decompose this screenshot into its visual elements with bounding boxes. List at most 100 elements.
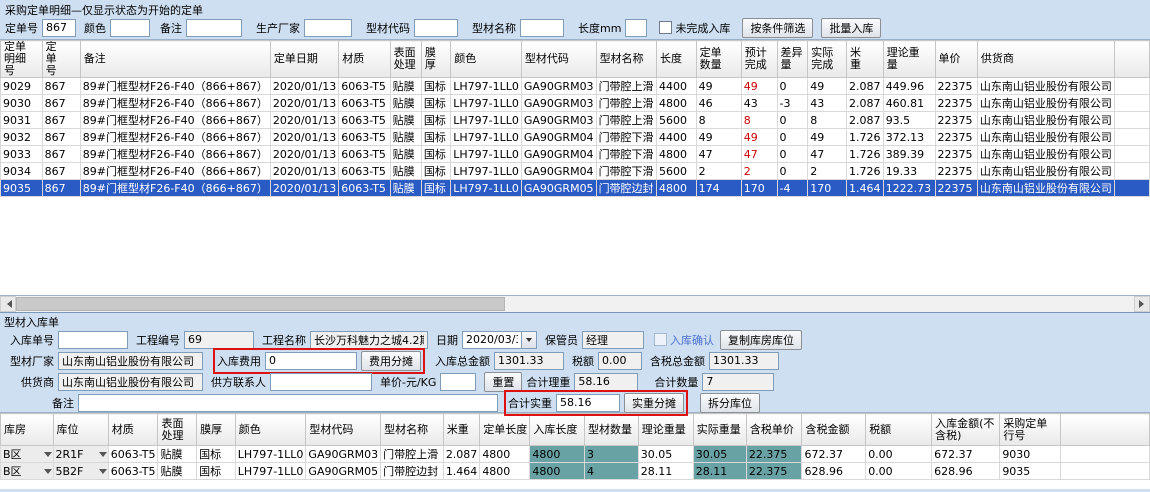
factory-input[interactable] <box>58 352 203 370</box>
column-header[interactable]: 单价 <box>935 41 977 78</box>
column-header[interactable] <box>1114 41 1149 78</box>
cell[interactable]: 4 <box>584 463 638 480</box>
column-header[interactable]: 型材名称 <box>381 414 444 446</box>
batch-inbound-button[interactable]: 批量入库 <box>821 18 881 38</box>
chevron-down-icon[interactable] <box>99 469 107 478</box>
total-with-tax-input[interactable] <box>709 352 779 370</box>
cell[interactable]: 2R1F <box>53 446 108 463</box>
scroll-right-button[interactable] <box>1134 296 1150 312</box>
copy-warehouse-location-button[interactable]: 复制库房库位 <box>720 330 802 350</box>
order-row[interactable]: 902986789#门框型材F26-F40（866+867）2020/01/13… <box>1 78 1150 95</box>
tax-input[interactable] <box>598 352 642 370</box>
inbound-row[interactable]: B区2R1F6063-T5贴膜国标LH797-1LL0GA90GRM03门带腔上… <box>1 446 1150 463</box>
chevron-down-icon[interactable] <box>44 452 52 461</box>
column-header[interactable]: 膜厚 <box>421 41 450 78</box>
column-header[interactable]: 颜色 <box>235 414 306 446</box>
column-header[interactable]: 材质 <box>339 41 390 78</box>
color-input[interactable] <box>110 19 150 37</box>
scrollbar-thumb[interactable] <box>16 297 505 311</box>
order-row[interactable]: 903086789#门框型材F26-F40（866+867）2020/01/13… <box>1 95 1150 112</box>
order-row[interactable]: 903486789#门框型材F26-F40（866+867）2020/01/13… <box>1 163 1150 180</box>
cell[interactable]: B区 <box>1 463 54 480</box>
unit-price-input[interactable] <box>440 373 476 391</box>
column-header[interactable]: 采购定单行号 <box>1000 414 1061 446</box>
total-qty-input[interactable] <box>702 373 774 391</box>
column-header[interactable]: 定单日期 <box>270 41 338 78</box>
cell[interactable]: 3 <box>584 446 638 463</box>
column-header[interactable]: 税额 <box>866 414 932 446</box>
column-header[interactable]: 供货商 <box>977 41 1114 78</box>
reset-button[interactable]: 重置 <box>484 372 522 392</box>
cell[interactable]: 4800 <box>530 463 585 480</box>
column-header[interactable]: 实际重量 <box>693 414 746 446</box>
column-header[interactable]: 库位 <box>53 414 108 446</box>
note-input[interactable] <box>78 394 498 412</box>
profile-code-input[interactable] <box>414 19 458 37</box>
supplier-input[interactable] <box>58 373 203 391</box>
cell[interactable]: 4800 <box>530 446 585 463</box>
remark-input[interactable] <box>186 19 242 37</box>
column-header[interactable]: 材质 <box>108 414 158 446</box>
column-header[interactable]: 米重 <box>443 414 480 446</box>
column-header[interactable]: 长度 <box>656 41 696 78</box>
column-header[interactable] <box>1061 414 1150 446</box>
column-header[interactable]: 实际完成 <box>808 41 847 78</box>
column-header[interactable]: 型材代码 <box>306 414 381 446</box>
order-row[interactable]: 903586789#门框型材F26-F40（866+867）2020/01/13… <box>1 180 1150 197</box>
column-header[interactable]: 表面处理 <box>390 41 421 78</box>
cell[interactable]: 22.375 <box>746 446 802 463</box>
length-input[interactable] <box>625 19 647 37</box>
filter-by-condition-button[interactable]: 按条件筛选 <box>742 18 813 38</box>
inbound-confirm-checkbox[interactable] <box>654 333 667 346</box>
column-header[interactable]: 入库金额(不含税) <box>932 414 1000 446</box>
order-row[interactable]: 903286789#门框型材F26-F40（866+867）2020/01/13… <box>1 129 1150 146</box>
order-no-input[interactable] <box>42 19 76 37</box>
date-dropdown-button[interactable] <box>522 331 537 349</box>
combo-cell[interactable]: B区 <box>3 446 52 462</box>
column-header[interactable]: 型材代码 <box>521 41 596 78</box>
column-header[interactable]: 颜色 <box>451 41 522 78</box>
project-name-input[interactable] <box>310 331 428 349</box>
profile-name-input[interactable] <box>520 19 564 37</box>
combo-cell[interactable]: 2R1F <box>56 448 107 461</box>
actual-weight-allocate-button[interactable]: 实重分摊 <box>624 393 684 413</box>
scroll-left-button[interactable] <box>0 296 16 312</box>
horizontal-scrollbar[interactable] <box>0 296 1150 312</box>
column-header[interactable]: 入库长度 <box>530 414 585 446</box>
column-header[interactable]: 型材数量 <box>584 414 638 446</box>
cell[interactable]: B区 <box>1 446 54 463</box>
total-actual-weight-input[interactable] <box>556 394 620 412</box>
cell[interactable]: 28.11 <box>693 463 746 480</box>
fee-allocate-button[interactable]: 费用分摊 <box>361 351 421 371</box>
chevron-down-icon[interactable] <box>99 452 107 461</box>
keeper-input[interactable] <box>582 331 644 349</box>
date-input[interactable] <box>462 331 522 349</box>
project-no-input[interactable] <box>184 331 254 349</box>
cell[interactable]: 22.375 <box>746 463 802 480</box>
column-header[interactable]: 理论重量 <box>883 41 935 78</box>
cell[interactable]: 5B2F <box>53 463 108 480</box>
total-amount-input[interactable] <box>494 352 564 370</box>
column-header[interactable]: 定单长度 <box>480 414 530 446</box>
column-header[interactable]: 库房 <box>1 414 54 446</box>
manufacturer-input[interactable] <box>304 19 352 37</box>
column-header[interactable]: 预计完成 <box>741 41 777 78</box>
chevron-down-icon[interactable] <box>44 469 52 478</box>
column-header[interactable]: 定单号 <box>42 41 80 78</box>
column-header[interactable]: 含税金额 <box>802 414 866 446</box>
column-header[interactable]: 定单数量 <box>696 41 741 78</box>
column-header[interactable]: 型材名称 <box>596 41 656 78</box>
column-header[interactable]: 膜厚 <box>197 414 236 446</box>
column-header[interactable]: 定单明细号 <box>1 41 43 78</box>
column-header[interactable]: 备注 <box>80 41 270 78</box>
unfinished-checkbox[interactable] <box>659 21 672 34</box>
column-header[interactable]: 含税单价 <box>746 414 802 446</box>
inbound-row[interactable]: B区5B2F6063-T5贴膜国标LH797-1LL0GA90GRM05门带腔边… <box>1 463 1150 480</box>
combo-cell[interactable]: B区 <box>3 463 52 479</box>
order-row[interactable]: 903386789#门框型材F26-F40（866+867）2020/01/13… <box>1 146 1150 163</box>
column-header[interactable]: 表面处理 <box>158 414 197 446</box>
total-theory-weight-input[interactable] <box>574 373 638 391</box>
combo-cell[interactable]: 5B2F <box>56 465 107 478</box>
fee-input[interactable] <box>265 352 357 370</box>
order-row[interactable]: 903186789#门框型材F26-F40（866+867）2020/01/13… <box>1 112 1150 129</box>
